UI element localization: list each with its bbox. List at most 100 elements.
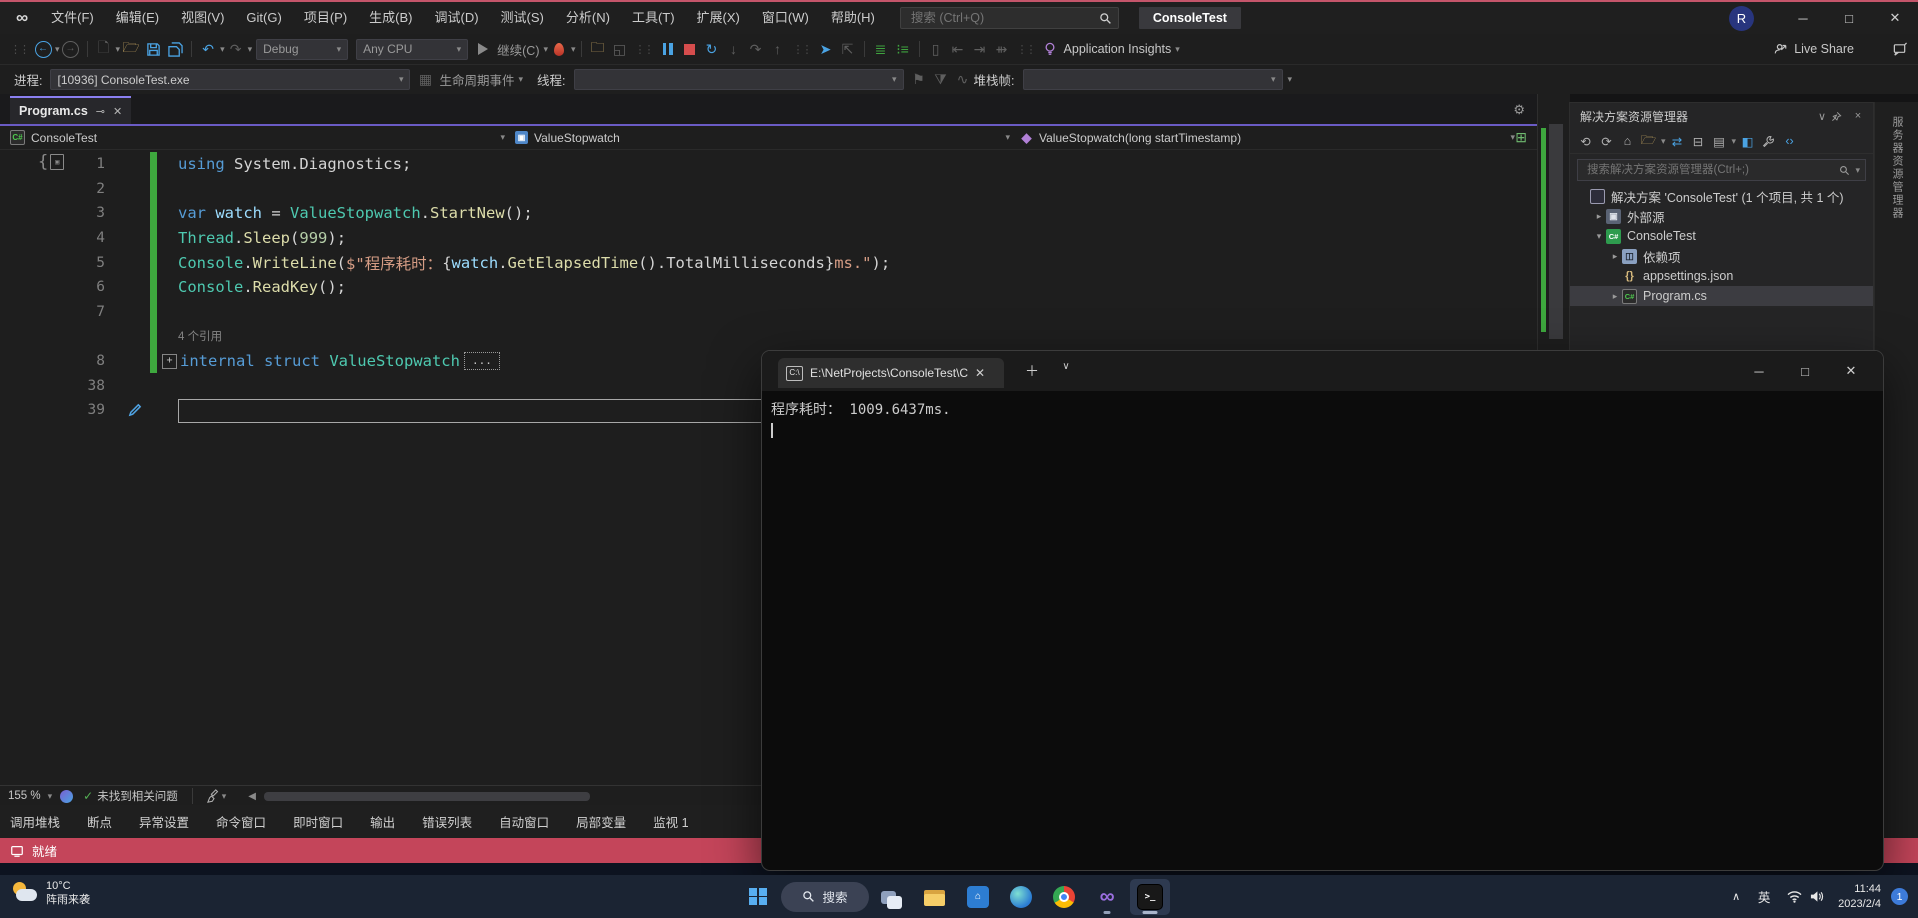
feedback-icon[interactable] bbox=[1892, 42, 1908, 57]
chrome-button[interactable] bbox=[1044, 879, 1084, 915]
terminal-tab[interactable]: C:\ E:\NetProjects\ConsoleTest\C ✕ bbox=[778, 358, 1004, 388]
continue-play-icon[interactable] bbox=[472, 38, 494, 60]
live-share-icon[interactable] bbox=[1773, 42, 1788, 56]
panel-menu-icon[interactable]: ∨ bbox=[1813, 110, 1831, 123]
navigate-forward-icon[interactable]: → bbox=[60, 38, 82, 60]
filter-threads-icon[interactable]: ⧩ bbox=[930, 69, 952, 91]
show-threads-pointer-icon[interactable]: ➤ bbox=[815, 38, 837, 60]
account-avatar[interactable]: R bbox=[1729, 5, 1754, 31]
collapse-all-icon[interactable]: ⊟ bbox=[1689, 132, 1708, 151]
code-line[interactable]: 4 个引用 bbox=[0, 324, 1537, 349]
toolbar-grip[interactable]: ⋮⋮ bbox=[10, 43, 30, 56]
tree-item--consoletest-1-1-[interactable]: 解决方案 'ConsoleTest' (1 个项目, 共 1 个) bbox=[1570, 186, 1873, 206]
step-over-icon[interactable]: ↷ bbox=[745, 38, 767, 60]
solution-explorer-header[interactable]: 解决方案资源管理器 ∨ × bbox=[1570, 103, 1873, 129]
zoom-dropdown[interactable]: 155 % ▾ bbox=[0, 790, 60, 802]
app-insights-bulb-icon[interactable] bbox=[1039, 38, 1061, 60]
health-status-text[interactable]: 未找到相关问题 bbox=[97, 788, 178, 804]
code-line[interactable]: 3 var watch = ValueStopwatch. StartNew (); bbox=[0, 201, 1537, 226]
platform-dropdown[interactable]: Any CPU ▾ bbox=[356, 38, 469, 60]
split-editor-icon[interactable]: ⊞ bbox=[1515, 129, 1527, 146]
tree-item-consoletest[interactable]: ▾ C# ConsoleTest bbox=[1570, 226, 1873, 246]
panel-tab[interactable]: 自动窗口 bbox=[499, 812, 549, 831]
tab-program-cs[interactable]: Program.cs ⊸ ✕ bbox=[10, 96, 132, 124]
search-options-icon[interactable]: ▾ bbox=[1855, 165, 1860, 176]
menu-item[interactable]: 编辑(E) bbox=[105, 2, 170, 34]
outline-margin-icon[interactable]: {▣ bbox=[38, 152, 65, 172]
toolbar-grip[interactable]: ⋮⋮ bbox=[1017, 43, 1037, 56]
system-icons[interactable] bbox=[1779, 890, 1832, 903]
preview-code-icon[interactable]: ‹› bbox=[1780, 132, 1799, 151]
taskbar-weather-widget[interactable]: 10°C 阵雨来袭 bbox=[12, 879, 90, 908]
menu-item[interactable]: 分析(N) bbox=[555, 2, 621, 34]
terminal-button[interactable]: >_ bbox=[1130, 878, 1170, 915]
clear-bookmarks-icon[interactable]: ⇻ bbox=[991, 38, 1013, 60]
browse-folder-icon[interactable]: 🗀 bbox=[587, 38, 609, 60]
solution-search-box[interactable]: ▾ bbox=[1577, 159, 1866, 181]
terminal-close-button[interactable]: ✕ bbox=[1828, 351, 1874, 391]
undo-icon[interactable]: ↶ bbox=[197, 38, 219, 60]
terminal-minimize-button[interactable]: ─ bbox=[1736, 351, 1782, 391]
sort-lines-icon[interactable]: ≣ bbox=[870, 38, 892, 60]
close-button[interactable]: ✕ bbox=[1872, 3, 1918, 33]
microsoft-store-button[interactable]: ⌂ bbox=[958, 879, 998, 915]
menu-item[interactable]: 窗口(W) bbox=[751, 2, 820, 34]
step-out-icon[interactable]: ↑ bbox=[767, 38, 789, 60]
map-mode-icon[interactable]: ⇱ bbox=[837, 38, 859, 60]
hot-reload-dropdown-icon[interactable]: ▾ bbox=[571, 44, 576, 55]
live-share-label[interactable]: Live Share bbox=[1794, 42, 1854, 56]
toolbar-grip[interactable]: ⋮⋮ bbox=[635, 43, 655, 56]
menu-item[interactable]: 文件(F) bbox=[40, 2, 105, 34]
menu-item[interactable]: 扩展(X) bbox=[686, 2, 751, 34]
home-icon[interactable]: ⌂ bbox=[1618, 132, 1637, 151]
scroll-left-icon[interactable]: ◀ bbox=[248, 791, 256, 802]
notification-badge[interactable]: 1 bbox=[1891, 888, 1908, 905]
menu-item[interactable]: 调试(D) bbox=[424, 2, 490, 34]
breadcrumb-item[interactable]: ▣ ValueStopwatch ▾ bbox=[505, 131, 1010, 145]
task-view-button[interactable] bbox=[872, 879, 912, 915]
stack-frame-dropdown[interactable]: ▾ bbox=[1022, 69, 1283, 90]
tree-expand-icon[interactable]: ▸ bbox=[1608, 291, 1622, 302]
close-panel-icon[interactable]: × bbox=[1849, 110, 1867, 122]
thread-dropdown[interactable]: ▾ bbox=[573, 69, 904, 90]
lifecycle-events-icon[interactable]: ▦ bbox=[414, 69, 436, 91]
panel-tab[interactable]: 监视 1 bbox=[653, 812, 688, 831]
edit-tool-icon[interactable] bbox=[128, 402, 143, 417]
tree-item-appsettings.json[interactable]: {} appsettings.json bbox=[1570, 266, 1873, 286]
quick-search-box[interactable] bbox=[899, 7, 1119, 29]
status-icon[interactable] bbox=[10, 844, 24, 858]
show-all-dropdown-icon[interactable]: ▾ bbox=[1732, 136, 1737, 147]
break-all-window-icon[interactable]: ◱ bbox=[609, 38, 631, 60]
panel-tab[interactable]: 错误列表 bbox=[422, 812, 472, 831]
comment-lines-icon[interactable]: ⁝≡ bbox=[892, 38, 914, 60]
panel-tab[interactable]: 异常设置 bbox=[139, 812, 189, 831]
lifecycle-dropdown-icon[interactable]: ▾ bbox=[519, 74, 524, 85]
app-insights-dropdown-icon[interactable]: ▾ bbox=[1175, 44, 1180, 55]
scrollbar-thumb[interactable] bbox=[1549, 124, 1563, 339]
save-all-icon[interactable] bbox=[164, 38, 186, 60]
switch-views-dropdown-icon[interactable]: ▾ bbox=[1661, 136, 1666, 147]
menu-item[interactable]: 工具(T) bbox=[621, 2, 686, 34]
terminal-title-bar[interactable]: C:\ E:\NetProjects\ConsoleTest\C ✕ ＋ ∨ ─… bbox=[762, 351, 1883, 391]
tray-expand-icon[interactable]: ∧ bbox=[1723, 890, 1749, 903]
tab-options-gear-icon[interactable]: ⚙ bbox=[1513, 102, 1525, 118]
code-line[interactable]: 5 Console. WriteLine($"程序耗时：{watch. GetElap… bbox=[0, 250, 1537, 275]
panel-tab[interactable]: 即时窗口 bbox=[293, 812, 343, 831]
edge-button[interactable] bbox=[1001, 879, 1041, 915]
code-line[interactable]: 1 using System.Diagnostics; bbox=[0, 152, 1537, 177]
menu-item[interactable]: 视图(V) bbox=[170, 2, 235, 34]
open-file-icon[interactable]: 🗁 bbox=[120, 38, 142, 60]
tree-expand-icon[interactable]: ▸ bbox=[1608, 251, 1622, 262]
continue-label[interactable]: 继续(C) bbox=[497, 40, 539, 59]
ime-indicator[interactable]: 英 bbox=[1749, 887, 1779, 906]
tree-item--[interactable]: ▸ ▣ 外部源 bbox=[1570, 206, 1873, 226]
codelens-references[interactable]: 4 个引用 bbox=[178, 328, 222, 344]
flag-thread-icon[interactable]: ⚑ bbox=[908, 69, 930, 91]
back-icon[interactable]: ⟲ bbox=[1576, 132, 1595, 151]
redo-icon[interactable]: ↷ bbox=[225, 38, 247, 60]
tree-expand-icon[interactable]: ▸ bbox=[1592, 211, 1606, 222]
panel-tab[interactable]: 命令窗口 bbox=[216, 812, 266, 831]
close-terminal-tab-icon[interactable]: ✕ bbox=[975, 366, 985, 380]
pause-icon[interactable] bbox=[657, 38, 679, 60]
taskbar-clock[interactable]: 11:44 2023/2/4 bbox=[1832, 882, 1891, 912]
